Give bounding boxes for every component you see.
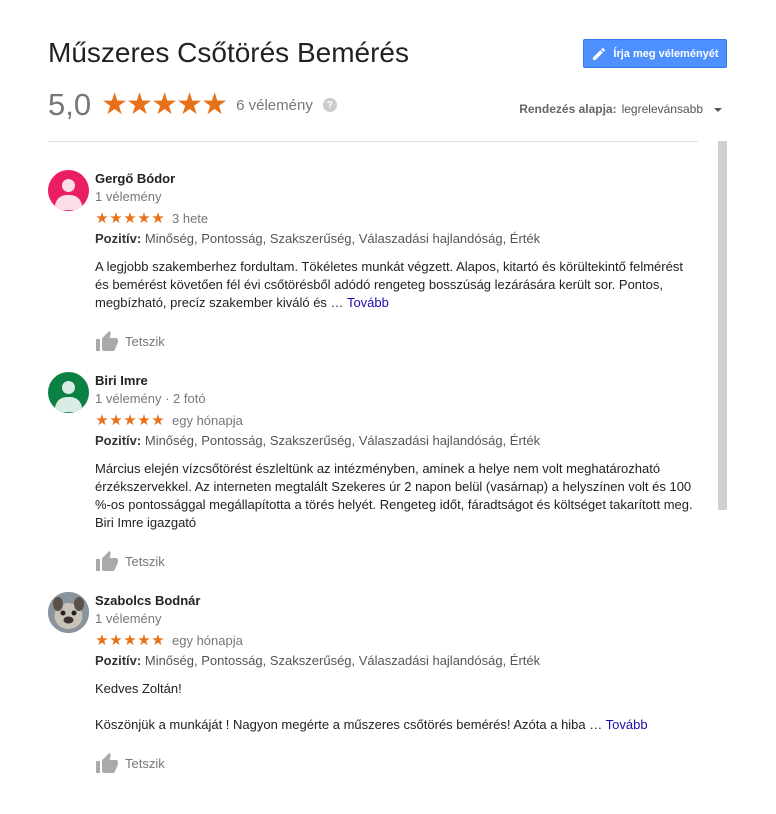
caret-down-icon (714, 108, 722, 112)
positive-attributes: Pozitív: Minőség, Pontosság, Szakszerűsé… (95, 652, 695, 670)
like-button[interactable]: Tetszik (95, 326, 695, 356)
positive-list: Minőség, Pontosság, Szakszerűség, Válasz… (144, 433, 541, 448)
review-stars: ★ ★ ★ ★ ★ (95, 413, 165, 428)
reviewer-meta: 1 vélemény (95, 611, 162, 626)
positive-list: Minőség, Pontosság, Szakszerűség, Válasz… (144, 653, 541, 668)
review-body: Március elején vízcsőtörést észleltünk a… (95, 461, 693, 530)
review-date: egy hónapja (172, 632, 243, 648)
review-date: egy hónapja (172, 412, 243, 428)
thumbs-up-icon (96, 753, 118, 773)
more-link[interactable]: Tovább (347, 295, 389, 310)
divider (48, 141, 698, 142)
star-icon: ★ (123, 411, 137, 429)
star-icon: ★ (151, 209, 165, 227)
reviewer-name[interactable]: Szabolcs Bodnár (95, 592, 695, 610)
star-icon: ★ (137, 209, 151, 227)
positive-label: Pozitív: (95, 433, 142, 448)
scrollbar[interactable] (718, 141, 727, 510)
review-text: Kedves Zoltán! Köszönjük a munkáját ! Na… (95, 680, 695, 734)
avatar[interactable] (48, 592, 89, 633)
review-body: Köszönjük a munkáját ! Nagyon megérte a … (95, 717, 603, 732)
review-text: A legjobb szakemberhez fordultam. Tökéle… (95, 258, 695, 312)
sort-value: legrelevánsabb (621, 102, 703, 116)
write-review-label: Írja meg véleményét (613, 47, 719, 60)
reviewer-name[interactable]: Gergő Bódor (95, 170, 695, 188)
positive-label: Pozitív: (95, 231, 142, 246)
reviewer-meta: 1 vélemény · 2 fotó (95, 391, 206, 406)
star-icon: ★ (109, 631, 123, 649)
like-button[interactable]: Tetszik (95, 748, 695, 778)
positive-list: Minőség, Pontosság, Szakszerűség, Válasz… (144, 231, 541, 246)
sort-label: Rendezés alapja: (519, 102, 617, 116)
star-icon: ★ (137, 631, 151, 649)
more-link[interactable]: Tovább (606, 717, 648, 732)
review-stars: ★ ★ ★ ★ ★ (95, 211, 165, 226)
thumbs-up-icon (96, 331, 118, 351)
like-button[interactable]: Tetszik (95, 546, 695, 576)
positive-attributes: Pozitív: Minőség, Pontosság, Szakszerűsé… (95, 432, 695, 450)
like-label: Tetszik (125, 333, 165, 349)
like-label: Tetszik (125, 553, 165, 569)
star-icon: ★ (201, 88, 229, 121)
page-title: Műszeres Csőtörés Bemérés (48, 37, 410, 68)
reviewer-name[interactable]: Biri Imre (95, 372, 695, 390)
star-icon: ★ (151, 411, 165, 429)
pencil-icon (593, 47, 606, 60)
help-circle-icon[interactable]: ? (322, 98, 337, 112)
average-stars: ★ ★ ★ ★ ★ (101, 88, 229, 121)
review-date: 3 hete (172, 210, 209, 226)
star-icon: ★ (95, 209, 109, 227)
star-icon: ★ (123, 209, 137, 227)
star-icon: ★ (126, 88, 154, 121)
avatar-photo (48, 592, 89, 633)
rating-summary: 5,0 ★ ★ ★ ★ ★ 6 vélemény ? (48, 86, 337, 124)
star-icon: ★ (176, 88, 204, 121)
avatar[interactable] (48, 170, 89, 211)
star-icon: ★ (151, 631, 165, 649)
avatar[interactable] (48, 372, 89, 413)
review-count: 6 vélemény (236, 96, 313, 114)
star-icon: ★ (109, 209, 123, 227)
reviewer-meta: 1 vélemény (95, 189, 162, 204)
review-stars: ★ ★ ★ ★ ★ (95, 633, 165, 648)
positive-label: Pozitív: (95, 653, 142, 668)
star-icon: ★ (109, 411, 123, 429)
star-icon: ★ (95, 411, 109, 429)
positive-attributes: Pozitív: Minőség, Pontosság, Szakszerűsé… (95, 230, 695, 248)
star-icon: ★ (137, 411, 151, 429)
average-score: 5,0 (48, 87, 92, 122)
star-icon: ★ (123, 631, 137, 649)
star-icon: ★ (151, 88, 179, 121)
thumbs-up-icon (96, 551, 118, 571)
like-label: Tetszik (125, 755, 165, 771)
write-review-button[interactable]: Írja meg véleményét (583, 39, 727, 68)
star-icon: ★ (95, 631, 109, 649)
star-icon: ★ (101, 88, 129, 121)
review-greeting: Kedves Zoltán! (95, 681, 182, 696)
review-text: Március elején vízcsőtörést észleltünk a… (95, 460, 695, 532)
sort-dropdown[interactable]: Rendezés alapja: legrelevánsabb (519, 102, 722, 116)
review-body: A legjobb szakemberhez fordultam. Tökéle… (95, 259, 683, 310)
